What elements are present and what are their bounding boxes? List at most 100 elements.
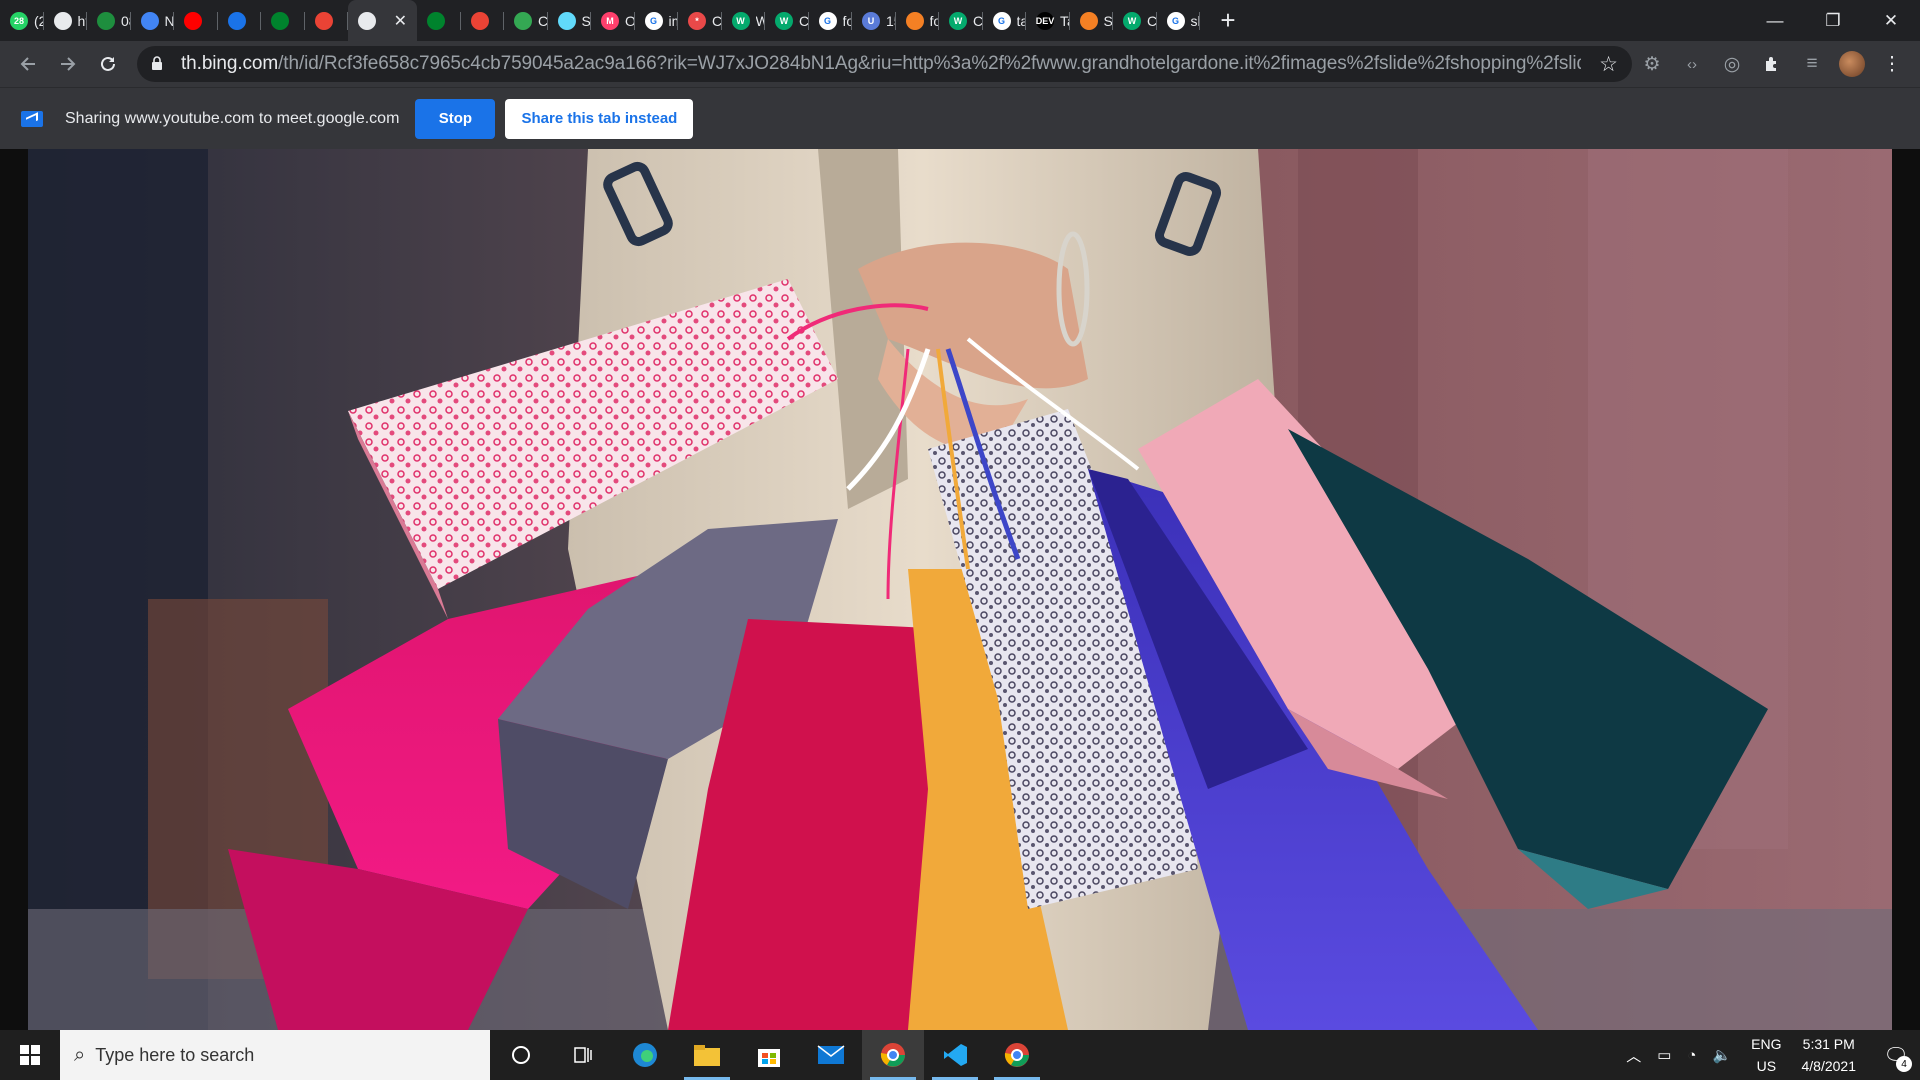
tab-title: CS bbox=[1147, 12, 1157, 29]
wifi-icon[interactable]: ◔ bbox=[1687, 1047, 1696, 1064]
browser-tab[interactable]: 08 bbox=[87, 0, 131, 41]
browser-tab[interactable]: Gtal bbox=[983, 0, 1026, 41]
minimize-button[interactable]: — bbox=[1746, 0, 1804, 41]
google-icon: G bbox=[992, 11, 1011, 30]
chrome-menu-icon[interactable]: ⋮ bbox=[1872, 53, 1912, 76]
vscode-taskbar-icon[interactable] bbox=[924, 1030, 986, 1080]
docs-icon bbox=[140, 11, 159, 30]
chrome-taskbar-icon[interactable] bbox=[986, 1030, 1048, 1080]
profile-avatar[interactable] bbox=[1839, 51, 1865, 77]
browser-tab[interactable] bbox=[174, 0, 218, 41]
action-center-button[interactable]: 🗨 4 bbox=[1872, 1030, 1920, 1080]
tab-title: CS bbox=[799, 12, 809, 29]
file-explorer-taskbar-icon[interactable] bbox=[676, 1030, 738, 1080]
battery-icon[interactable]: ▭ bbox=[1657, 1046, 1671, 1064]
stackoverflow-icon bbox=[1079, 11, 1098, 30]
volume-icon[interactable]: 🔈 bbox=[1712, 1046, 1731, 1064]
record-icon bbox=[470, 11, 489, 30]
clock-time: 5:31 PM bbox=[1802, 1036, 1855, 1052]
browser-tab[interactable]: W CS bbox=[1113, 0, 1157, 41]
browser-tab[interactable] bbox=[218, 0, 262, 41]
browser-tab[interactable]: for bbox=[896, 0, 940, 41]
start-button[interactable] bbox=[0, 1030, 60, 1080]
reload-icon bbox=[101, 56, 115, 71]
browser-tab[interactable]: M Or bbox=[591, 0, 635, 41]
browser-tab[interactable]: W CS bbox=[939, 0, 983, 41]
tab-title: (28 bbox=[34, 12, 44, 29]
record-extension-icon[interactable]: ◎ bbox=[1712, 53, 1752, 76]
browser-tab[interactable] bbox=[417, 0, 461, 41]
browser-tab[interactable]: Gfor bbox=[809, 0, 853, 41]
back-button[interactable] bbox=[8, 44, 48, 84]
browser-tab[interactable] bbox=[261, 0, 305, 41]
new-tab-button[interactable]: + bbox=[1208, 0, 1248, 41]
browser-tab[interactable]: Sty bbox=[1070, 0, 1113, 41]
share-this-tab-button[interactable]: Share this tab instead bbox=[505, 98, 694, 139]
task-view-button[interactable] bbox=[552, 1030, 614, 1080]
search-icon: ⌕ bbox=[74, 1043, 86, 1066]
taskbar-search-box[interactable]: ⌕ Type here to search bbox=[60, 1030, 490, 1080]
back-arrow-icon bbox=[20, 57, 35, 71]
udemy-icon: U bbox=[862, 11, 880, 30]
browser-tab[interactable]: DEV Tal bbox=[1026, 0, 1070, 41]
dev-icon: DEV bbox=[1036, 11, 1054, 30]
browser-tab[interactable] bbox=[305, 0, 349, 41]
show-hidden-icons-chevron-icon[interactable]: ︿ bbox=[1626, 1045, 1641, 1066]
chrome-profile-taskbar-icon[interactable] bbox=[862, 1030, 924, 1080]
asterisk-icon: * bbox=[688, 11, 706, 30]
browser-tab[interactable]: Cl bbox=[504, 0, 548, 41]
media-queue-icon[interactable]: ≡ bbox=[1792, 53, 1832, 75]
youtube-icon bbox=[184, 11, 202, 30]
w3schools-icon: W bbox=[1123, 11, 1141, 30]
browser-tab[interactable] bbox=[461, 0, 505, 41]
forward-button[interactable] bbox=[48, 44, 88, 84]
extensions-area: ⚙ ‹› ◎ ≡ ⋮ bbox=[1632, 41, 1912, 87]
language-code: ENG bbox=[1751, 1036, 1782, 1052]
settings-gear-extension-icon[interactable]: ⚙ bbox=[1632, 53, 1672, 76]
mail-taskbar-icon[interactable] bbox=[800, 1030, 862, 1080]
code-extension-icon[interactable]: ‹› bbox=[1672, 56, 1712, 73]
myntra-icon: M bbox=[601, 11, 619, 30]
url-text[interactable]: th.bing.com/th/id/Rcf3fe658c7965c4cb7590… bbox=[181, 53, 1581, 75]
tab-title: Tal bbox=[1060, 12, 1070, 29]
taskbar-clock[interactable]: 5:31 PM 4/8/2021 bbox=[1802, 1033, 1857, 1077]
stackoverflow-icon bbox=[905, 11, 924, 30]
window-controls: — ❐ ✕ bbox=[1746, 0, 1920, 41]
close-window-button[interactable]: ✕ bbox=[1862, 0, 1920, 41]
browser-tab[interactable]: Ne bbox=[131, 0, 175, 41]
meet-icon bbox=[427, 11, 445, 30]
tab-title: for bbox=[929, 12, 940, 29]
puzzle-extensions-icon[interactable] bbox=[1752, 55, 1792, 73]
browser-tab[interactable]: W CS bbox=[765, 0, 809, 41]
reload-button[interactable] bbox=[88, 44, 128, 84]
tab-title: Ne bbox=[164, 12, 175, 29]
restore-button[interactable]: ❐ bbox=[1804, 0, 1862, 41]
microsoft-store-taskbar-icon[interactable] bbox=[738, 1030, 800, 1080]
tab-title: 08 bbox=[121, 12, 131, 29]
tab-title: for bbox=[842, 12, 853, 29]
cortana-button[interactable] bbox=[490, 1030, 552, 1080]
bookmark-star-icon[interactable]: ☆ bbox=[1599, 52, 1618, 77]
search-placeholder: Type here to search bbox=[95, 1044, 255, 1065]
browser-tab[interactable]: WW bbox=[722, 0, 765, 41]
stop-sharing-button[interactable]: Stop bbox=[415, 98, 496, 139]
address-bar[interactable]: th.bing.com/th/id/Rcf3fe658c7965c4cb7590… bbox=[137, 46, 1632, 82]
globe-icon bbox=[53, 11, 72, 30]
browser-tab[interactable]: U 15 bbox=[852, 0, 896, 41]
browser-tab[interactable]: ✕ bbox=[348, 0, 417, 41]
tab-list: 28(28htt08Ne✕ClShMOrGim*CSWWWCSGforU15fo… bbox=[0, 0, 1200, 41]
lock-icon[interactable] bbox=[151, 56, 165, 72]
browser-tab[interactable]: htt bbox=[44, 0, 87, 41]
windows-logo-icon bbox=[20, 1045, 40, 1065]
browser-tab[interactable]: Sh bbox=[548, 0, 591, 41]
forward-arrow-icon bbox=[61, 57, 76, 71]
input-language[interactable]: ENG US bbox=[1751, 1033, 1781, 1077]
browser-tab[interactable]: Gim bbox=[635, 0, 678, 41]
tab-title: Cl bbox=[538, 12, 548, 29]
browser-tab[interactable]: 28 (28 bbox=[0, 0, 44, 41]
edge-taskbar-icon[interactable] bbox=[614, 1030, 676, 1080]
browser-tab[interactable]: Gsh bbox=[1157, 0, 1200, 41]
close-tab-icon[interactable]: ✕ bbox=[394, 11, 407, 31]
browser-toolbar: th.bing.com/th/id/Rcf3fe658c7965c4cb7590… bbox=[0, 41, 1920, 87]
browser-tab[interactable]: * CS bbox=[678, 0, 722, 41]
